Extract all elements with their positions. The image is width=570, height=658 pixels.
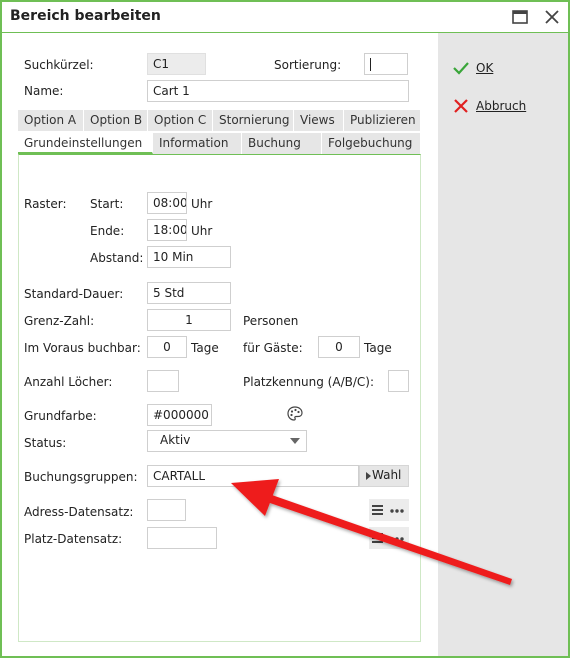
dialog-window: Bereich bearbeiten OK Abbruch Suchkürzel… (0, 0, 570, 658)
annotation-arrow (231, 479, 512, 585)
